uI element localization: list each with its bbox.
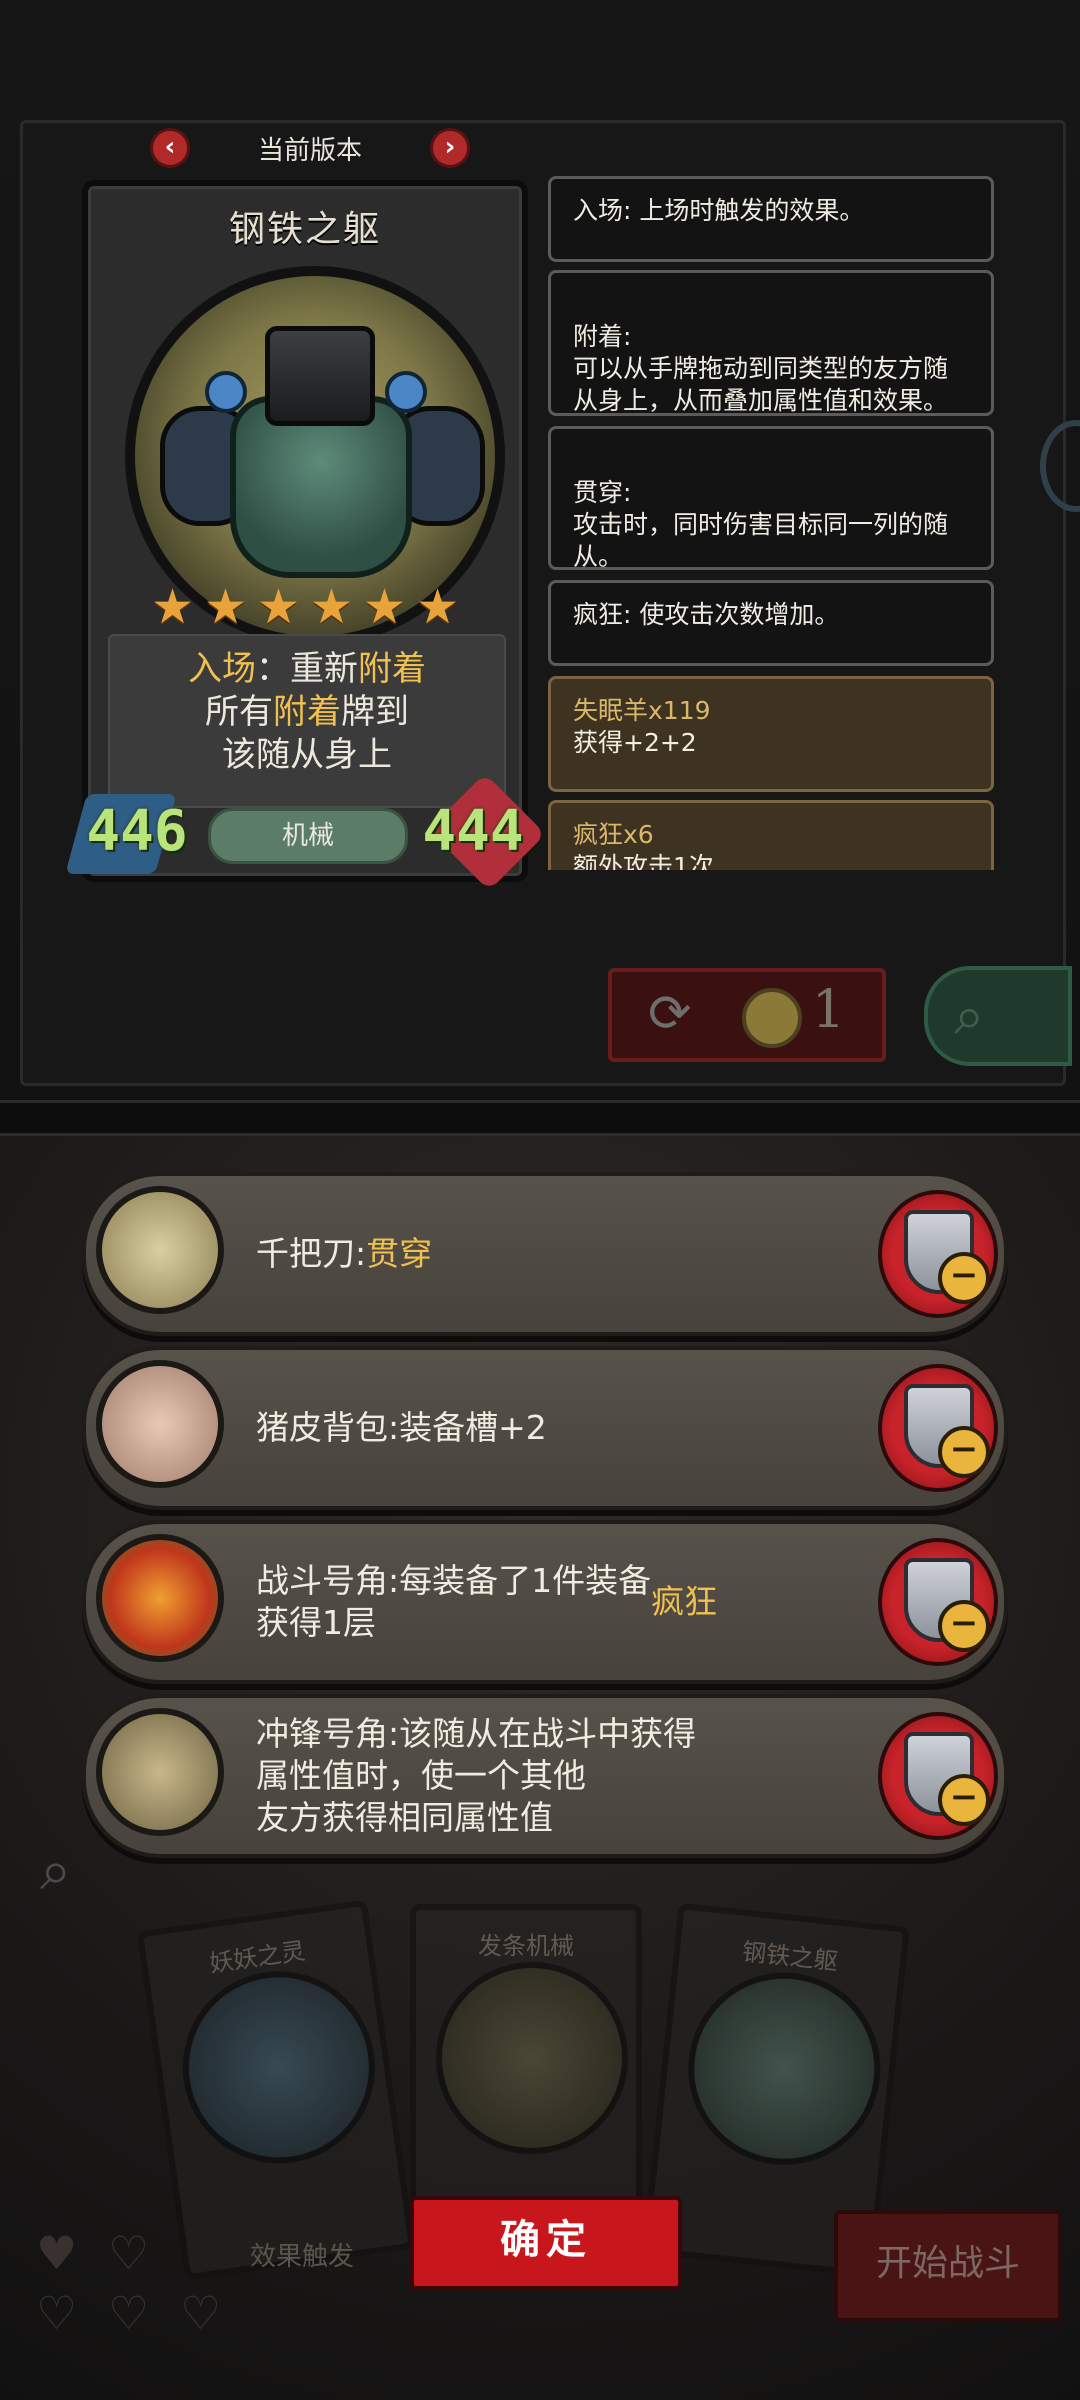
- keyword-entry[interactable]: 入场: [188, 649, 256, 689]
- hand-card-art: [678, 1963, 890, 2175]
- divider: [0, 1100, 1080, 1136]
- card-stats: 446 444 机械: [65, 773, 546, 891]
- equipment-row[interactable]: 千把刀: 贯穿 −: [82, 1172, 1008, 1336]
- equipment-name: 冲锋号角:该随从在战斗中获得 属性值时，使一个其他 友方获得相同属性值: [256, 1714, 697, 1837]
- keyword-pierce[interactable]: 贯穿: [366, 1233, 432, 1275]
- keyword-panel-frenzy: 疯狂: 使攻击次数增加。: [548, 580, 994, 666]
- equipment-text: 千把刀: 贯穿: [256, 1176, 916, 1332]
- star-rating: ★ ★ ★ ★ ★ ★: [88, 579, 522, 635]
- heart-icon: ♡: [108, 2286, 150, 2340]
- equipment-name: 战斗号角:每装备了1件装备 获得1层: [256, 1561, 652, 1642]
- keyword-panel-entry: 入场: 上场时触发的效果。: [548, 176, 994, 262]
- hand-card-art: [170, 1958, 388, 2176]
- card-name: 钢铁之躯: [228, 209, 381, 250]
- refresh-shop-button[interactable]: ⟳ 1: [608, 968, 886, 1062]
- version-title: 当前版本: [257, 135, 362, 166]
- buff-desc: 额外攻击1次: [573, 852, 714, 870]
- equipment-text: 冲锋号角:该随从在战斗中获得 属性值时，使一个其他 友方获得相同属性值: [256, 1698, 916, 1854]
- prev-version-button[interactable]: ‹: [150, 128, 190, 168]
- search-icon[interactable]: ⌕: [40, 1836, 110, 1906]
- charge-horn-icon: [96, 1708, 224, 1836]
- equipment-name: 猪皮背包:装备槽+2: [256, 1408, 547, 1447]
- buff-desc: 获得+2+2: [573, 728, 697, 757]
- unequip-button[interactable]: −: [878, 1190, 998, 1318]
- equipment-row[interactable]: 猪皮背包:装备槽+2 −: [82, 1346, 1008, 1510]
- knives-icon: [96, 1186, 224, 1314]
- unequip-button[interactable]: −: [878, 1538, 998, 1666]
- next-version-button[interactable]: ›: [429, 128, 470, 168]
- keyword-description: 贯穿: 攻击时，同时伤害目标同一列的随从。: [573, 478, 949, 571]
- buff-title: 失眠羊x119: [573, 696, 711, 725]
- effect-hint-text: 效果触发: [250, 2242, 355, 2272]
- buff-panel: 疯狂x6 额外攻击1次: [548, 800, 994, 870]
- health-value: 444: [422, 799, 524, 864]
- hand-card-name: 发条机械: [478, 1932, 574, 1960]
- star-icon: ★: [415, 579, 460, 635]
- refresh-icon: ⟳: [648, 984, 692, 1044]
- keyword-attach[interactable]: 附着: [273, 692, 341, 732]
- star-icon: ★: [362, 579, 407, 635]
- star-icon: ★: [309, 579, 354, 635]
- buff-panel: 失眠羊x119 获得+2+2: [548, 676, 994, 792]
- keyword-description: 附着: 可以从手牌拖动到同类型的友方随从身上，从而叠加属性值和效果。: [573, 322, 949, 415]
- keyword-attach[interactable]: 附着: [358, 649, 426, 689]
- equipment-row[interactable]: 冲锋号角:该随从在战斗中获得 属性值时，使一个其他 友方获得相同属性值 −: [82, 1694, 1008, 1858]
- buff-title: 疯狂x6: [573, 820, 654, 849]
- minus-icon: −: [938, 1774, 990, 1826]
- search-button[interactable]: ⌕: [924, 966, 1072, 1066]
- refresh-cost: 1: [812, 980, 846, 1040]
- keyword-frenzy[interactable]: 疯狂: [651, 1581, 717, 1623]
- equipment-text: 猪皮背包:装备槽+2: [256, 1350, 916, 1506]
- hand-card-art: [436, 1962, 628, 2154]
- minus-icon: −: [938, 1600, 990, 1652]
- attack-value: 446: [86, 799, 188, 864]
- star-icon: ★: [203, 579, 248, 635]
- star-icon: ★: [150, 579, 195, 635]
- card-detail: 钢铁之躯 ★ ★ ★ ★ ★ ★ 入场：重新附着 所有附着牌到 该随从身上 44…: [65, 180, 546, 891]
- ability-text: 该随从身上: [222, 735, 392, 775]
- keyword-description: 疯狂: 使攻击次数增加。: [573, 600, 840, 629]
- battle-horn-icon: [96, 1534, 224, 1662]
- star-icon: ★: [256, 579, 301, 635]
- heart-icon: ♡: [36, 2286, 78, 2340]
- unequip-button[interactable]: −: [878, 1712, 998, 1840]
- heart-icon: ♡: [180, 2286, 222, 2340]
- hand-card[interactable]: 妖妖之灵: [136, 1899, 416, 2281]
- buff-panel-clipped: 疯狂x6 额外攻击1次: [548, 800, 994, 870]
- minus-icon: −: [938, 1252, 990, 1304]
- heart-icon: ♡: [108, 2226, 150, 2280]
- keyword-description: 入场: 上场时触发的效果。: [573, 196, 865, 225]
- unequip-button[interactable]: −: [878, 1364, 998, 1492]
- search-icon: ⌕: [954, 984, 985, 1047]
- card-text-box: 入场：重新附着 所有附着牌到 该随从身上: [108, 634, 506, 808]
- pig-backpack-icon: [96, 1360, 224, 1488]
- heart-icon: ♥: [36, 2226, 78, 2280]
- bolt-icon: [205, 371, 247, 413]
- ability-text: 所有: [205, 692, 273, 732]
- robot-head: [265, 326, 375, 426]
- keyword-panel-attach: 附着: 可以从手牌拖动到同类型的友方随从身上，从而叠加属性值和效果。: [548, 270, 994, 416]
- equipment-row[interactable]: 战斗号角:每装备了1件装备 获得1层 疯狂 −: [82, 1520, 1008, 1684]
- ability-text: ：重新: [256, 649, 358, 689]
- equipment-text: 战斗号角:每装备了1件装备 获得1层 疯狂: [256, 1524, 916, 1680]
- card-ability-text: 入场：重新附着 所有附着牌到 该随从身上: [110, 648, 504, 777]
- start-battle-button[interactable]: 开始战斗: [834, 2210, 1062, 2322]
- bolt-icon: [385, 371, 427, 413]
- ability-text: 牌到: [341, 692, 409, 732]
- minus-icon: −: [938, 1426, 990, 1478]
- keyword-panel-pierce: 贯穿: 攻击时，同时伤害目标同一列的随从。: [548, 426, 994, 571]
- version-navigator: ‹ 当前版本 ›: [150, 120, 470, 176]
- confirm-button[interactable]: 确定: [410, 2196, 682, 2290]
- equipment-name: 千把刀:: [256, 1234, 367, 1273]
- tribe-label: 机械: [208, 808, 408, 864]
- coin-icon: [742, 988, 802, 1048]
